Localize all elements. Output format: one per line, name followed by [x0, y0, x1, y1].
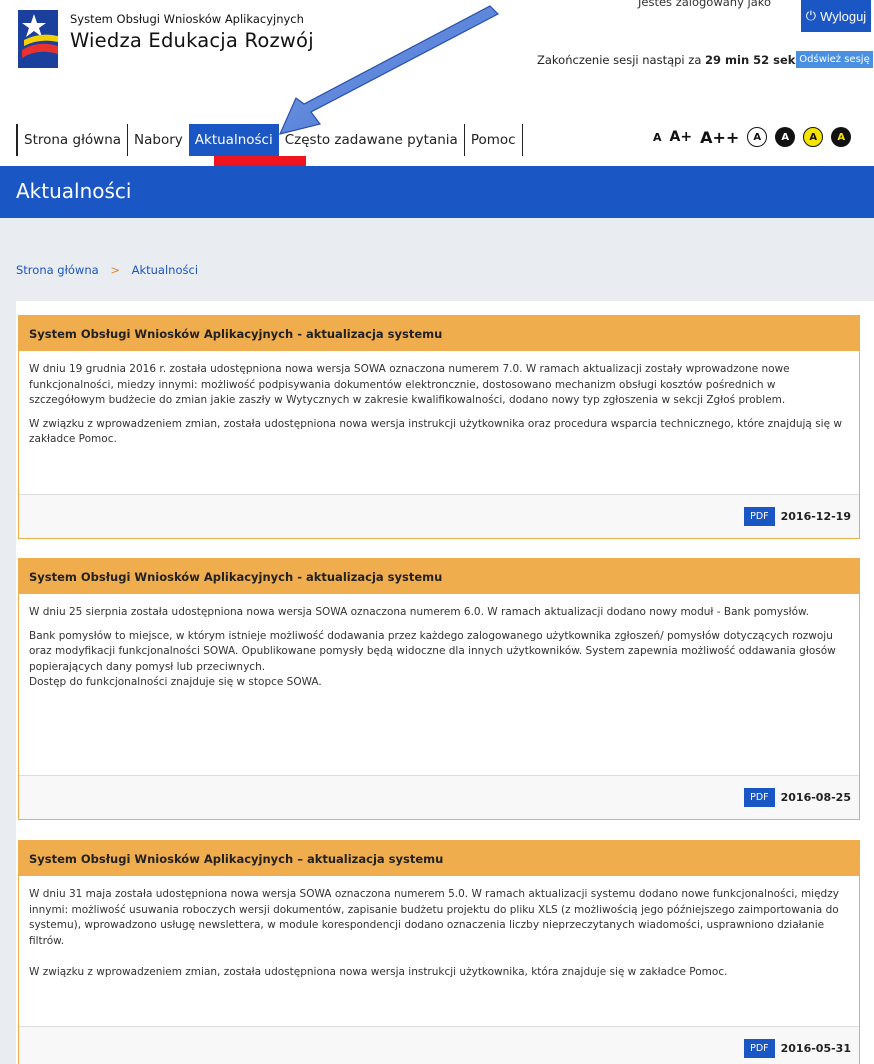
logout-label: Wyloguj [820, 8, 867, 24]
session-timer: Zakończenie sesji nastąpi za 29 min 52 s… [537, 53, 795, 67]
contrast-default-button[interactable]: A [747, 127, 768, 147]
news-footer: PDF 2016-12-19 [19, 494, 859, 538]
font-size-large-button[interactable]: A+ [670, 129, 693, 145]
news-card: System Obsługi Wniosków Aplikacyjnych - … [18, 315, 860, 539]
contrast-black-white-button[interactable]: A [775, 127, 796, 147]
contrast-black-yellow-button[interactable]: A [831, 127, 852, 147]
font-size-xlarge-button[interactable]: A++ [700, 128, 739, 147]
eu-funds-logo [18, 10, 58, 68]
power-icon: ⏻ [805, 8, 817, 23]
pdf-button[interactable]: PDF [744, 507, 775, 526]
pdf-button[interactable]: PDF [744, 1039, 775, 1058]
news-paragraph: W związku z wprowadzeniem zmian, została… [29, 966, 728, 978]
news-footer: PDF 2016-05-31 [19, 1026, 859, 1064]
news-title: System Obsługi Wniosków Aplikacyjnych - … [19, 559, 859, 594]
program-name: Wiedza Edukacja Rozwój [70, 29, 314, 52]
page-title: Aktualności [16, 179, 132, 203]
nav-item-calls[interactable]: Nabory [127, 124, 189, 156]
pdf-button[interactable]: PDF [744, 788, 775, 807]
news-paragraph: Bank pomysłów to miejsce, w którym istni… [29, 629, 836, 673]
refresh-session-button[interactable]: Odśwież sesję [796, 51, 873, 68]
news-body: W dniu 31 maja została udostępniona nowa… [19, 876, 859, 981]
news-body: W dniu 25 sierpnia została udostępniona … [19, 594, 859, 691]
news-date: 2016-05-31 [780, 1042, 851, 1055]
font-size-normal-button[interactable]: A [653, 131, 662, 144]
site-header: System Obsługi Wniosków Aplikacyjnych Wi… [0, 0, 874, 125]
system-name: System Obsługi Wniosków Aplikacyjnych [70, 12, 304, 26]
breadcrumb-separator: > [110, 263, 120, 277]
news-paragraph: W dniu 25 sierpnia została udostępniona … [29, 606, 809, 618]
news-paragraph: W związku z wprowadzeniem zmian, została… [29, 417, 842, 446]
contrast-yellow-black-button[interactable]: A [803, 127, 824, 147]
news-body: W dniu 19 grudnia 2016 r. została udostę… [19, 351, 859, 448]
news-title: System Obsługi Wniosków Aplikacyjnych – … [19, 841, 859, 876]
session-time: 29 min 52 sek [705, 53, 796, 67]
nav-item-home[interactable]: Strona główna [16, 124, 128, 156]
nav-item-news[interactable]: Aktualności [188, 124, 279, 156]
page-title-bar: Aktualności [0, 166, 874, 218]
logged-in-text: Jesteś zalogowany jako [638, 0, 772, 9]
breadcrumb-current: Aktualności [131, 263, 199, 277]
news-title: System Obsługi Wniosków Aplikacyjnych - … [19, 316, 859, 351]
nav-item-help[interactable]: Pomoc [463, 124, 523, 156]
logout-button[interactable]: ⏻ Wyloguj [801, 0, 871, 32]
news-date: 2016-08-25 [780, 791, 851, 804]
news-card: System Obsługi Wniosków Aplikacyjnych – … [18, 840, 860, 1064]
news-paragraph: W dniu 31 maja została udostępniona nowa… [29, 888, 839, 947]
nav-item-faq[interactable]: Często zadawane pytania [278, 124, 464, 156]
session-prefix: Zakończenie sesji nastąpi za [537, 53, 702, 67]
news-footer: PDF 2016-08-25 [19, 775, 859, 819]
breadcrumb-home-link[interactable]: Strona główna [16, 263, 99, 277]
news-card: System Obsługi Wniosków Aplikacyjnych - … [18, 558, 860, 820]
breadcrumb: Strona główna > Aktualności [16, 263, 198, 277]
news-paragraph: W dniu 19 grudnia 2016 r. została udostę… [29, 363, 790, 406]
accessibility-controls: A A+ A++ A A A A [653, 127, 852, 147]
news-paragraph: Dostęp do funkcjonalności znajduje się w… [29, 676, 322, 688]
main-nav: Strona główna Nabory Aktualności Często … [16, 124, 523, 156]
news-date: 2016-12-19 [780, 510, 851, 523]
